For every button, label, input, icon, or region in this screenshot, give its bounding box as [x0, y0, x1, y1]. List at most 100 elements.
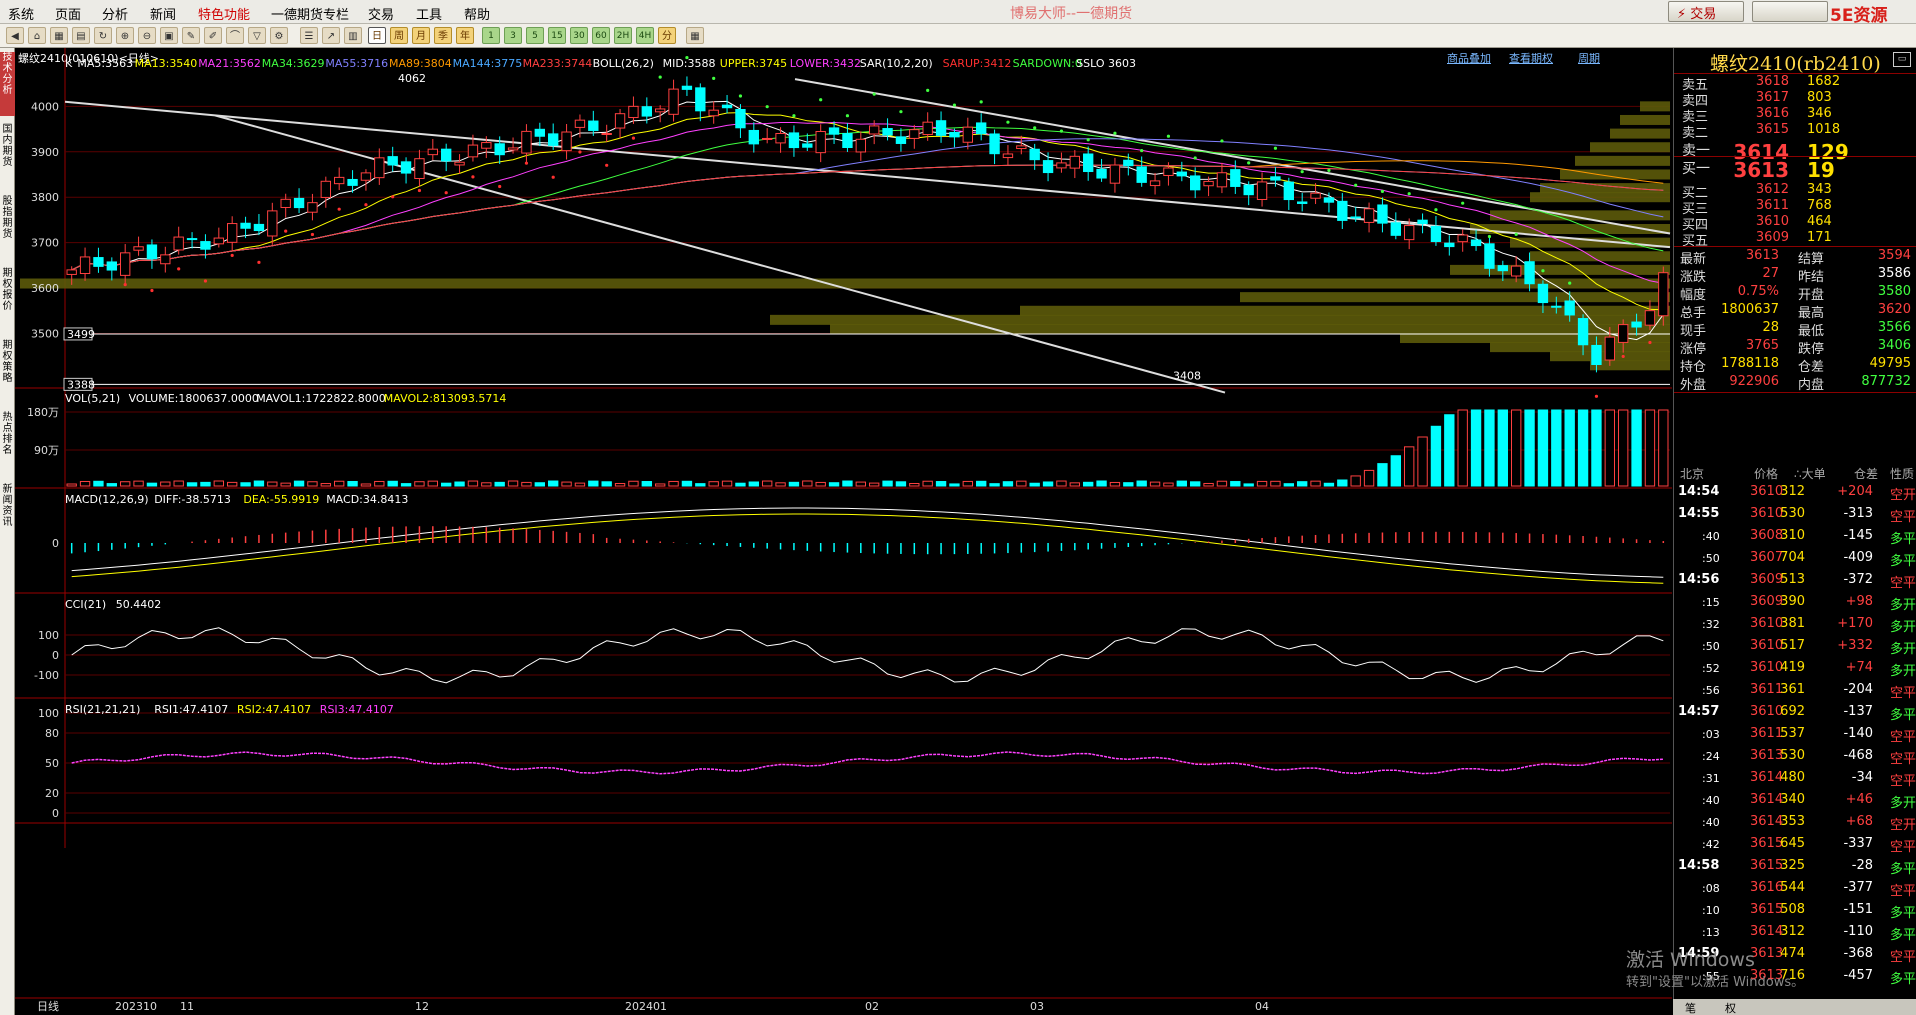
menu-analysis[interactable]: 分析	[102, 4, 128, 23]
settings-icon[interactable]: ⚙	[270, 27, 288, 44]
high-price-label: 4062	[398, 72, 426, 85]
tick-row[interactable]: :52 3610 419 +74 多开	[1674, 660, 1916, 682]
menu-system[interactable]: 系统	[8, 4, 34, 23]
float-window-icon[interactable]: ▭	[1893, 52, 1911, 67]
calculator-icon[interactable]: ▦	[686, 27, 704, 44]
menu-news[interactable]: 新闻	[150, 4, 176, 23]
home-icon[interactable]: ⌂	[28, 27, 46, 44]
kline-chart[interactable]: 4000 3900 3800 3700 3600 3500 3499 3388 4062 3408…	[15, 48, 1672, 1015]
period-3m-button[interactable]: 3	[504, 27, 522, 44]
ask-level-2[interactable]: 卖二 3615 1018	[1674, 122, 1916, 141]
tab-option-strategy[interactable]: 期权策略	[0, 340, 15, 404]
bid-price: 3612	[1755, 182, 1789, 197]
candle-body	[1056, 162, 1067, 169]
menu-page[interactable]: 页面	[55, 4, 81, 23]
tick-row[interactable]: :40 3614 353 +68 空开	[1674, 814, 1916, 836]
window-icon[interactable]: ▣	[160, 27, 178, 44]
tick-row[interactable]: 14:55 3610 530 -313 空平	[1674, 506, 1916, 528]
period-60m-button[interactable]: 60	[592, 27, 610, 44]
tab-option-quotes[interactable]: 期权报价	[0, 268, 15, 332]
tick-row[interactable]: :24 3613 530 -468 空平	[1674, 748, 1916, 770]
trade-button[interactable]: ⚡ 交易	[1668, 1, 1744, 22]
report-icon[interactable]: ▤	[72, 27, 90, 44]
volume-bar	[414, 481, 425, 487]
tab-news[interactable]: 新闻资讯	[0, 484, 15, 548]
bid-level-4[interactable]: 买四 3610 464	[1674, 214, 1916, 233]
menu-column[interactable]: 一德期货专栏	[271, 4, 349, 23]
tick-row[interactable]: :13 3614 312 -110 多平	[1674, 924, 1916, 946]
chart-area[interactable]: 螺纹2410(010610)<日线> 商品叠加 查看期权 周期 4000 3900…	[15, 48, 1672, 1015]
menu-help[interactable]: 帮助	[464, 4, 490, 23]
tick-time: :08	[1702, 882, 1720, 895]
menu-trade[interactable]: 交易	[368, 4, 394, 23]
period-minute-button[interactable]: 分	[658, 27, 676, 44]
tick-nature: 空平	[1890, 840, 1916, 855]
bar-chart-icon[interactable]: ▥	[344, 27, 362, 44]
stat-value: 1788118	[1721, 356, 1779, 371]
tab-rights[interactable]: 权	[1725, 1000, 1736, 1015]
period-season-button[interactable]: 季	[434, 27, 452, 44]
tick-row[interactable]: 14:58 3615 325 -28 多平	[1674, 858, 1916, 880]
tab-ticks[interactable]: 笔	[1685, 1000, 1696, 1015]
ask-level-5[interactable]: 卖五 3618 1682	[1674, 74, 1916, 93]
tick-row[interactable]: 14:56 3609 513 -372 空平	[1674, 572, 1916, 594]
menu-special[interactable]: 特色功能	[198, 4, 250, 23]
period-month-button[interactable]: 月	[412, 27, 430, 44]
bid-level-3[interactable]: 买三 3611 768	[1674, 198, 1916, 217]
period-30m-button[interactable]: 30	[570, 27, 588, 44]
tick-row[interactable]: :15 3609 390 +98 多开	[1674, 594, 1916, 616]
period-2h-button[interactable]: 2H	[614, 27, 632, 44]
tab-index-futures[interactable]: 股指期货	[0, 196, 15, 260]
tick-row[interactable]: :10 3615 508 -151 多平	[1674, 902, 1916, 924]
tick-nature: 空平	[1890, 686, 1916, 701]
period-1m-button[interactable]: 1	[482, 27, 500, 44]
tick-row[interactable]: :03 3611 537 -140 空平	[1674, 726, 1916, 748]
bid-level-2[interactable]: 买二 3612 343	[1674, 182, 1916, 201]
draw-icon[interactable]: ✐	[204, 27, 222, 44]
menu-tools[interactable]: 工具	[416, 4, 442, 23]
tick-row[interactable]: :32 3610 381 +170 多开	[1674, 616, 1916, 638]
volume-bar	[1618, 409, 1629, 487]
table-icon[interactable]: ☰	[300, 27, 318, 44]
tick-row[interactable]: 14:54 3610 312 +204 空开	[1674, 484, 1916, 506]
tick-row[interactable]: 14:57 3610 692 -137 多平	[1674, 704, 1916, 726]
tick-row[interactable]: :31 3614 480 -34 空平	[1674, 770, 1916, 792]
ask-level-4[interactable]: 卖四 3617 803	[1674, 90, 1916, 109]
tick-row[interactable]: :08 3616 544 -377 空平	[1674, 880, 1916, 902]
tick-row[interactable]: :50 3607 704 -409 多平	[1674, 550, 1916, 572]
volume-tick-label: 90万	[34, 444, 59, 457]
candle-body	[160, 254, 171, 265]
back-icon[interactable]: ◀	[6, 27, 24, 44]
refresh-icon[interactable]: ↻	[94, 27, 112, 44]
funnel-icon[interactable]: ▽	[248, 27, 266, 44]
period-4h-button[interactable]: 4H	[636, 27, 654, 44]
bid-level-5[interactable]: 买五 3609 171	[1674, 230, 1916, 249]
period-5m-button[interactable]: 5	[526, 27, 544, 44]
zoom-out-icon[interactable]: ⊖	[138, 27, 156, 44]
period-year-button[interactable]: 年	[456, 27, 474, 44]
pen-icon[interactable]: ✎	[182, 27, 200, 44]
tab-domestic-futures[interactable]: 国内期货	[0, 124, 15, 188]
line-chart-icon[interactable]: ↗	[322, 27, 340, 44]
tab-technical-analysis[interactable]: 技术分析	[0, 52, 15, 116]
grid-icon[interactable]: ▦	[50, 27, 68, 44]
tick-row[interactable]: :40 3608 310 -145 多平	[1674, 528, 1916, 550]
tick-row[interactable]: :50 3610 517 +332 多开	[1674, 638, 1916, 660]
tick-row[interactable]: :56 3611 361 -204 空平	[1674, 682, 1916, 704]
second-toolbar-button[interactable]	[1752, 1, 1828, 22]
bid-level-1[interactable]: 买一 3613 19	[1674, 158, 1916, 182]
tab-hot-ranking[interactable]: 热点排名	[0, 412, 15, 476]
period-day-button[interactable]: 日	[368, 27, 386, 44]
volume-bar	[133, 480, 144, 487]
candle-body	[1230, 169, 1241, 187]
magnet-icon[interactable]: ⌒	[226, 27, 244, 44]
tick-row[interactable]: :40 3614 340 +46 多开	[1674, 792, 1916, 814]
volume-bar	[855, 481, 866, 487]
zoom-in-icon[interactable]: ⊕	[116, 27, 134, 44]
period-week-button[interactable]: 周	[390, 27, 408, 44]
tick-time: :56	[1702, 684, 1720, 697]
tick-row[interactable]: :42 3615 645 -337 空平	[1674, 836, 1916, 858]
ask-level-3[interactable]: 卖三 3616 346	[1674, 106, 1916, 125]
candle-body	[1631, 321, 1642, 328]
period-15m-button[interactable]: 15	[548, 27, 566, 44]
